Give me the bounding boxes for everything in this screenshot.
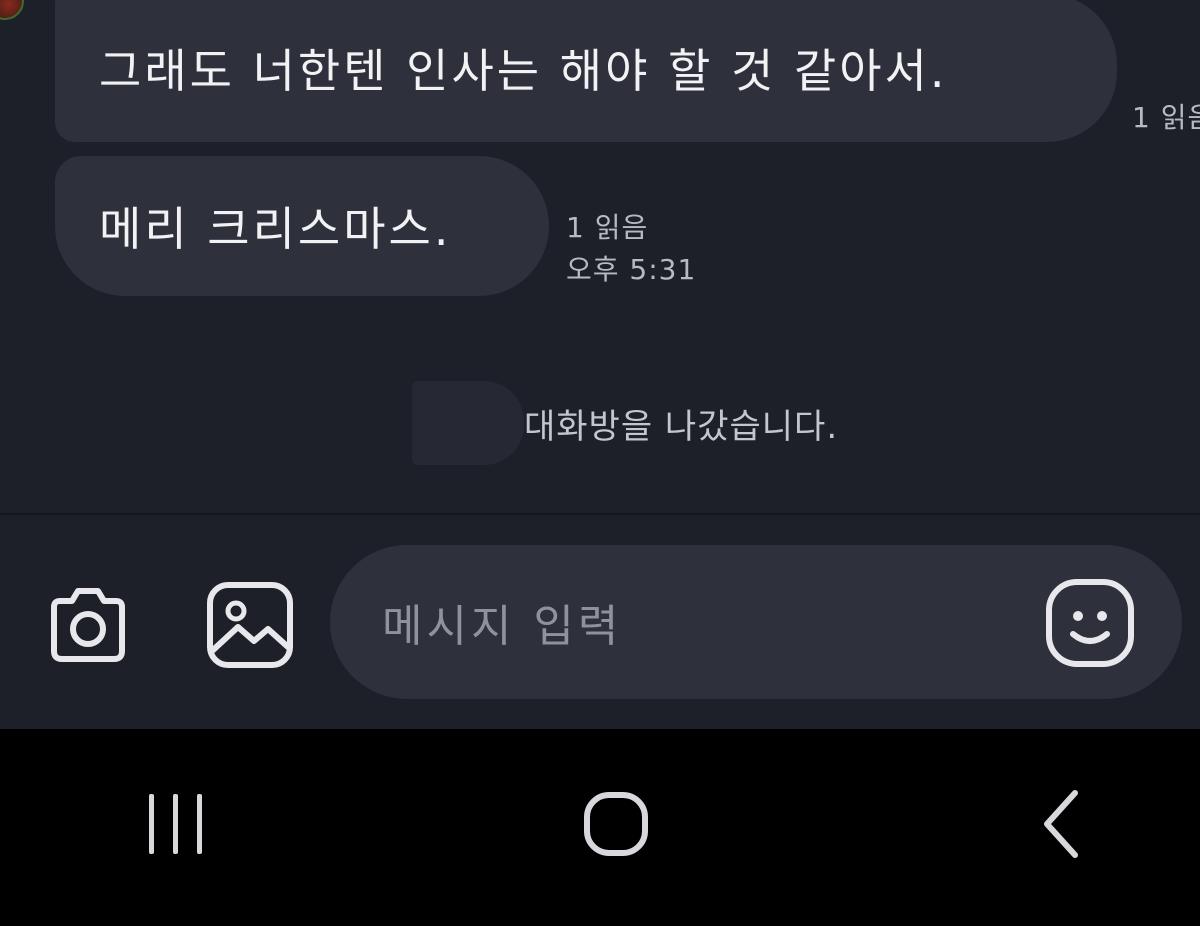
message-input[interactable]: 메시지 입력 — [330, 545, 1182, 699]
read-status: 1 읽음 — [1132, 101, 1200, 134]
smiley-icon — [1046, 579, 1134, 667]
recents-button[interactable] — [126, 779, 226, 869]
message-list[interactable]: 그래도 너한텐 인사는 해야 할 것 같아서. 1 읽음 메리 크리스마스. 1… — [0, 0, 1200, 513]
message-text: 그래도 너한텐 인사는 해야 할 것 같아서. — [99, 44, 948, 98]
chat-screen: 그래도 너한텐 인사는 해야 할 것 같아서. 1 읽음 메리 크리스마스. 1… — [0, 0, 1200, 926]
camera-button[interactable] — [38, 575, 138, 675]
back-icon — [1044, 790, 1078, 858]
gallery-button[interactable] — [200, 575, 300, 675]
back-button[interactable] — [1010, 779, 1110, 869]
message-text: 메리 크리스마스. — [99, 202, 452, 256]
emoji-button[interactable] — [1042, 575, 1138, 671]
message-timestamp: 오후 5:31 — [566, 253, 697, 286]
avatar[interactable] — [0, 0, 24, 20]
message-bubble[interactable]: 그래도 너한텐 인사는 해야 할 것 같아서. — [55, 0, 1117, 142]
camera-icon — [51, 588, 125, 662]
read-status: 1 읽음 — [566, 211, 649, 244]
input-bar: 메시지 입력 — [0, 515, 1200, 729]
message-bubble[interactable]: 메리 크리스마스. — [55, 156, 549, 296]
navigation-bar — [0, 729, 1200, 926]
redacted-name — [412, 381, 524, 465]
home-button[interactable] — [566, 779, 666, 869]
system-message: 대화방을 나갔습니다. — [412, 380, 838, 466]
home-icon — [584, 792, 648, 856]
recents-icon — [149, 794, 202, 854]
message-input-placeholder: 메시지 입력 — [382, 601, 623, 652]
image-icon — [207, 582, 293, 668]
system-message-text: 대화방을 나갔습니다. — [524, 406, 839, 447]
